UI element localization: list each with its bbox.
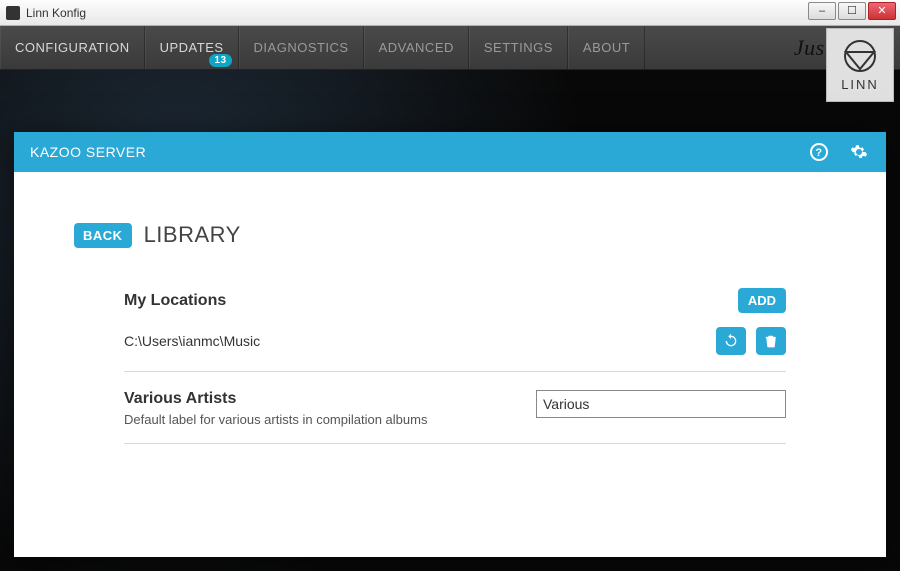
- help-icon: ?: [810, 143, 828, 161]
- settings-button[interactable]: [848, 141, 870, 163]
- tab-diagnostics[interactable]: DIAGNOSTICS: [239, 26, 364, 69]
- window-titlebar: Linn Konfig – ☐ ✕: [0, 0, 900, 26]
- add-location-button[interactable]: ADD: [738, 288, 786, 313]
- tab-label: SETTINGS: [484, 40, 553, 55]
- locations-section: My Locations ADD C:\Users\ianmc\Music: [124, 288, 786, 372]
- main-nav: CONFIGURATION UPDATES 13 DIAGNOSTICS ADV…: [0, 26, 900, 70]
- tab-about[interactable]: ABOUT: [568, 26, 645, 69]
- delete-location-button[interactable]: [756, 327, 786, 355]
- location-path: C:\Users\ianmc\Music: [124, 333, 260, 349]
- tab-label: ADVANCED: [379, 40, 454, 55]
- tab-advanced[interactable]: ADVANCED: [364, 26, 469, 69]
- window-close-button[interactable]: ✕: [868, 2, 896, 20]
- page-title: LIBRARY: [144, 222, 241, 248]
- various-description: Default label for various artists in com…: [124, 412, 427, 427]
- back-label: BACK: [83, 228, 123, 243]
- svg-text:?: ?: [815, 147, 822, 159]
- linn-logo-icon: [840, 39, 880, 73]
- locations-heading: My Locations: [124, 292, 226, 310]
- panel-body: BACK LIBRARY My Locations ADD C:\Users\i…: [14, 172, 886, 482]
- tab-label: UPDATES: [160, 40, 224, 55]
- panel-header: KAZOO SERVER ?: [14, 132, 886, 172]
- window-minimize-button[interactable]: –: [808, 2, 836, 20]
- back-button[interactable]: BACK: [74, 223, 132, 248]
- various-artists-input[interactable]: [536, 390, 786, 418]
- settings-panel: KAZOO SERVER ? BACK LIBRARY My Locations…: [14, 132, 886, 557]
- trash-icon: [764, 333, 778, 349]
- updates-badge: 13: [209, 54, 231, 67]
- window-title: Linn Konfig: [26, 6, 86, 20]
- app-icon: [6, 6, 20, 20]
- tab-label: ABOUT: [583, 40, 630, 55]
- help-button[interactable]: ?: [808, 141, 830, 163]
- panel-title: KAZOO SERVER: [30, 144, 146, 160]
- add-label: ADD: [748, 293, 776, 308]
- gear-icon: [850, 143, 868, 161]
- refresh-location-button[interactable]: [716, 327, 746, 355]
- various-artists-section: Various Artists Default label for variou…: [124, 390, 786, 444]
- logo-text: LINN: [841, 77, 879, 92]
- refresh-icon: [723, 333, 739, 349]
- brand-logo: LINN: [826, 28, 894, 102]
- various-heading: Various Artists: [124, 390, 427, 408]
- window-maximize-button[interactable]: ☐: [838, 2, 866, 20]
- tab-label: CONFIGURATION: [15, 40, 130, 55]
- tab-settings[interactable]: SETTINGS: [469, 26, 568, 69]
- location-row: C:\Users\ianmc\Music: [124, 327, 786, 355]
- tab-updates[interactable]: UPDATES 13: [145, 26, 239, 69]
- tab-label: DIAGNOSTICS: [254, 40, 349, 55]
- tab-configuration[interactable]: CONFIGURATION: [0, 26, 145, 69]
